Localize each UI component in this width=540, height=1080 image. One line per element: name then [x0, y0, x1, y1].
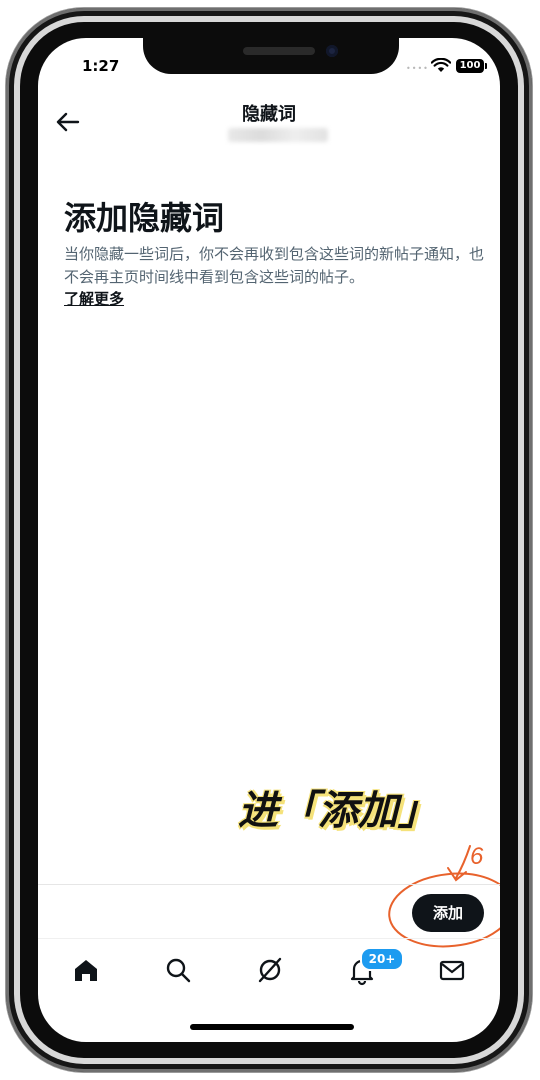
notch	[143, 38, 399, 74]
add-button[interactable]: 添加	[412, 894, 484, 932]
page-title: 隐藏词	[242, 104, 296, 125]
grok-icon[interactable]	[250, 950, 290, 990]
divider	[38, 884, 500, 885]
battery-indicator: 100	[456, 59, 484, 73]
wifi-icon	[431, 58, 451, 72]
learn-more-link[interactable]: 了解更多	[64, 288, 124, 309]
speaker	[243, 47, 315, 55]
messages-icon[interactable]	[432, 950, 472, 990]
home-indicator[interactable]	[190, 1024, 354, 1030]
annotation-arrow	[447, 845, 471, 882]
camera	[326, 45, 338, 57]
phone-screen: 1:27 •••• 100 隐藏词 添加隐藏词 当你隐藏一些词后，你不会再收到包…	[38, 38, 500, 1042]
section-description: 当你隐藏一些词后，你不会再收到包含这些词的新帖子通知，也不会再主页时间线中看到包…	[64, 245, 485, 286]
battery-tip	[485, 63, 487, 69]
annotation-overlay: 6	[388, 843, 500, 948]
tutorial-caption: 进「添加」	[238, 788, 438, 834]
status-time: 1:27	[82, 57, 120, 75]
signal-icon: ••••	[406, 64, 429, 73]
search-icon[interactable]	[158, 950, 198, 990]
section-heading: 添加隐藏词	[64, 199, 225, 237]
annotation-step-number: 6	[470, 843, 484, 870]
tab-bar-divider	[38, 938, 500, 939]
account-handle-blurred	[228, 128, 328, 142]
tab-bar	[38, 946, 500, 996]
home-icon[interactable]	[66, 950, 106, 990]
notifications-badge: 20+	[360, 947, 404, 971]
